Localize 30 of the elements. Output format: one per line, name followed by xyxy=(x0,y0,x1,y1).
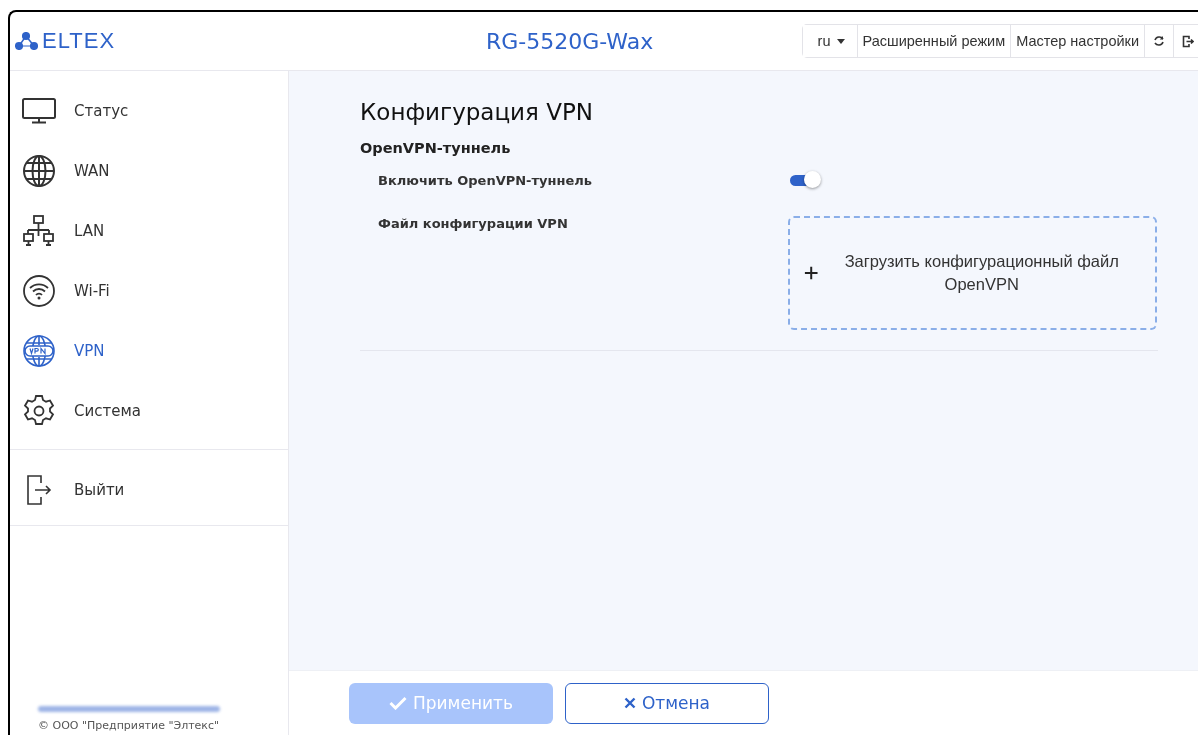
section-title: OpenVPN-туннель xyxy=(360,140,512,156)
sidebar-item[interactable]: Система xyxy=(10,381,288,441)
sidebar-item[interactable]: LAN xyxy=(10,201,288,261)
logout-icon xyxy=(1182,34,1194,48)
eltex-logo[interactable]: ELTEX xyxy=(15,28,116,54)
upload-dropzone[interactable]: Загрузить конфигурационный файл OpenVPN xyxy=(788,216,1157,330)
caret-icon xyxy=(836,38,845,44)
file-label: Файл конфигурации VPN xyxy=(378,216,569,231)
wifi-icon xyxy=(22,274,56,308)
check-icon xyxy=(389,696,407,710)
sidebar-item[interactable]: Статус xyxy=(10,81,288,141)
globe-icon xyxy=(22,154,56,188)
copyright-text: © ООО "Предприятие "Элтекс" xyxy=(37,718,221,734)
language-dropdown[interactable]: ru xyxy=(802,25,858,57)
logout-item[interactable]: Выйти xyxy=(10,455,288,526)
vpn-globe-icon xyxy=(22,334,56,368)
sidebar-item[interactable]: WAN xyxy=(10,141,288,201)
sidebar-item[interactable]: Wi-Fi xyxy=(10,261,288,321)
toggle-label: Включить OpenVPN-туннель xyxy=(378,172,594,188)
close-icon xyxy=(623,697,636,709)
network-icon xyxy=(22,214,56,248)
page-title: Конфигурация VPN xyxy=(360,99,594,125)
plus-icon xyxy=(804,265,819,281)
cancel-button[interactable]: Отмена xyxy=(565,682,769,724)
device-model: RG-5520G-Wax xyxy=(486,28,654,54)
logo-icon xyxy=(15,32,39,50)
toggle-switch[interactable] xyxy=(788,170,822,190)
settings-icon xyxy=(22,394,56,428)
refresh-icon xyxy=(1153,35,1165,47)
sidebar-item[interactable]: VPN xyxy=(10,321,288,381)
